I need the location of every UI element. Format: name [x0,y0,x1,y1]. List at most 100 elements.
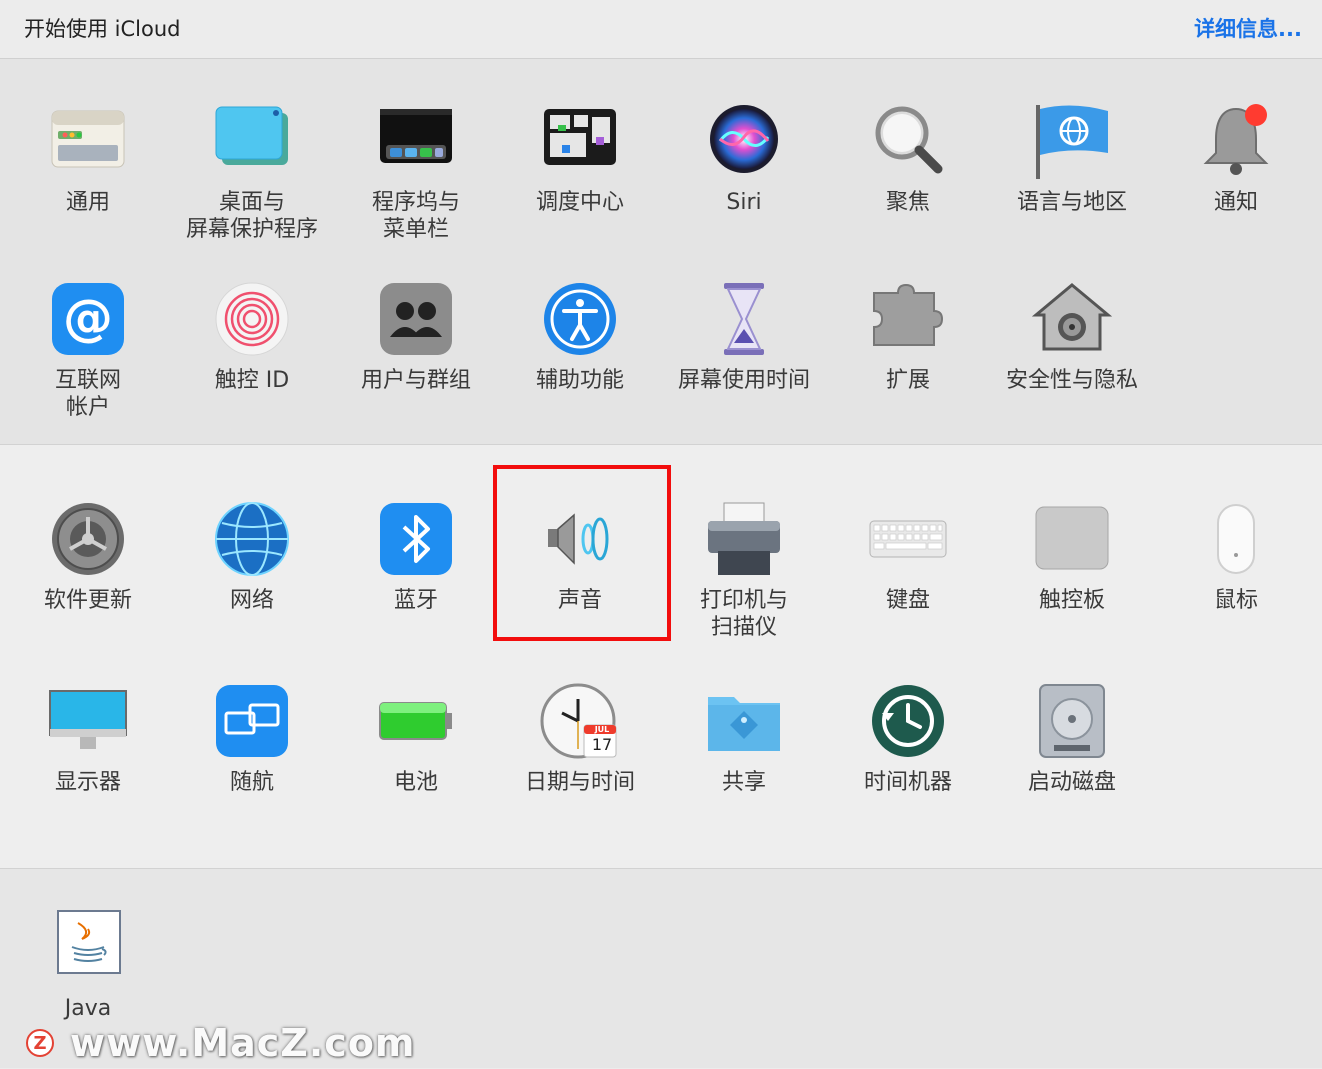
pref-label: 日期与时间 [524,770,635,795]
bluetooth-icon [380,503,452,575]
security-privacy-icon [1032,283,1112,351]
pref-label: 网络 [229,588,274,613]
users-groups-icon [380,283,452,355]
hardware-prefs-section: 软件更新 网络 蓝牙 声音 打印机与 扫描仪 键盘 触控板 鼠标 显示器 随航 … [0,445,1322,869]
pref-extensions[interactable]: 扩展 [826,281,990,441]
accessibility-icon [544,283,616,355]
pref-label: 扩展 [885,368,930,393]
language-region-icon [1036,105,1108,179]
watermark: Z www.MacZ.com [26,1021,416,1065]
extensions-icon [873,283,944,346]
pref-internet-accounts[interactable]: @ 互联网 帐户 [6,281,170,441]
pref-screen-time[interactable]: 屏幕使用时间 [662,281,826,441]
pref-label: 显示器 [54,770,121,795]
pref-date-time[interactable]: JUL 17 日期与时间 [498,683,662,843]
pref-label: 调度中心 [535,190,624,215]
macz-logo-icon: Z [26,1029,54,1057]
pref-label: 软件更新 [43,588,132,613]
pref-bluetooth[interactable]: 蓝牙 [334,501,498,661]
pref-mouse[interactable]: 鼠标 [1154,501,1318,661]
header-bar: 开始使用 iCloud 详细信息... [0,0,1322,59]
pref-dock-menubar[interactable]: 程序坞与 菜单栏 [334,103,498,263]
pref-label: 互联网 帐户 [54,368,121,420]
screen-time-icon [724,283,764,355]
pref-label: 启动磁盘 [1027,770,1116,795]
pref-label: 屏幕使用时间 [677,368,810,393]
java-icon [57,910,121,974]
personal-prefs-section: 通用 桌面与 屏幕保护程序 程序坞与 菜单栏 调度中心 Siri 聚焦 语言与地… [0,59,1322,445]
battery-icon [379,702,452,740]
siri-icon [710,105,778,173]
network-icon [215,502,289,576]
pref-label: 打印机与 扫描仪 [699,588,788,640]
pref-printers-scanners[interactable]: 打印机与 扫描仪 [662,501,826,661]
time-machine-icon [872,685,944,757]
pref-label: 用户与群组 [360,368,471,393]
startup-disk-icon [1039,684,1105,758]
pref-network[interactable]: 网络 [170,501,334,661]
pref-battery[interactable]: 电池 [334,683,498,843]
pref-spotlight[interactable]: 聚焦 [826,103,990,263]
software-update-icon [52,503,124,575]
pref-desktop-screensaver[interactable]: 桌面与 屏幕保护程序 [170,103,334,263]
sidecar-icon [216,685,288,757]
pref-label: 蓝牙 [393,588,438,613]
pref-label: 时间机器 [863,770,952,795]
pref-startup-disk[interactable]: 启动磁盘 [990,683,1154,843]
pref-label: 键盘 [885,588,930,613]
desktop-screensaver-icon [215,106,288,165]
pref-label: 辅助功能 [535,368,624,393]
icloud-prompt-text: 开始使用 iCloud [24,17,181,41]
displays-icon [49,690,127,749]
mission-control-icon [544,109,616,165]
pref-label: 通用 [65,190,110,215]
pref-label: 触控 ID [214,368,290,393]
pref-accessibility[interactable]: 辅助功能 [498,281,662,441]
pref-notifications[interactable]: 通知 [1154,103,1318,263]
sharing-icon [708,697,780,751]
pref-sidecar[interactable]: 随航 [170,683,334,843]
watermark-text: www.MacZ.com [70,1021,416,1065]
svg-text:@: @ [63,289,113,347]
pref-label: 触控板 [1038,588,1105,613]
pref-users-groups[interactable]: 用户与群组 [334,281,498,441]
calendar-day: 17 [591,735,613,754]
pref-label: 程序坞与 菜单栏 [371,190,460,242]
pref-label: 随航 [229,770,274,795]
pref-mission-control[interactable]: 调度中心 [498,103,662,263]
pref-label: 桌面与 屏幕保护程序 [185,190,318,242]
notifications-icon [1203,104,1269,175]
pref-displays[interactable]: 显示器 [6,683,170,843]
spotlight-icon [875,106,943,174]
pref-label: 电池 [393,770,438,795]
sound-highlight-box [493,465,671,641]
pref-label: 语言与地区 [1016,190,1127,215]
pref-software-update[interactable]: 软件更新 [6,501,170,661]
dock-menubar-icon [380,109,452,163]
pref-label: 安全性与隐私 [1005,368,1138,393]
mouse-icon [1217,504,1255,574]
pref-touch-id[interactable]: 触控 ID [170,281,334,441]
general-icon [51,110,125,168]
pref-keyboard[interactable]: 键盘 [826,501,990,661]
pref-security-privacy[interactable]: 安全性与隐私 [990,281,1154,441]
pref-language-region[interactable]: 语言与地区 [990,103,1154,263]
pref-label: 聚焦 [885,190,930,215]
calendar-month: JUL [594,725,610,734]
keyboard-icon [869,520,947,558]
more-info-link[interactable]: 详细信息... [1194,13,1302,43]
pref-general[interactable]: 通用 [6,103,170,263]
pref-trackpad[interactable]: 触控板 [990,501,1154,661]
pref-siri[interactable]: Siri [662,103,826,263]
pref-label: 共享 [721,770,766,795]
trackpad-icon [1035,506,1109,570]
pref-time-machine[interactable]: 时间机器 [826,683,990,843]
pref-label: Siri [726,190,762,215]
pref-label: 通知 [1213,190,1258,215]
pref-label: 鼠标 [1213,588,1258,613]
internet-accounts-icon: @ [52,283,124,355]
touch-id-icon [215,282,289,356]
pref-label: Java [64,996,112,1021]
pref-sharing[interactable]: 共享 [662,683,826,843]
printers-scanners-icon [708,502,780,575]
